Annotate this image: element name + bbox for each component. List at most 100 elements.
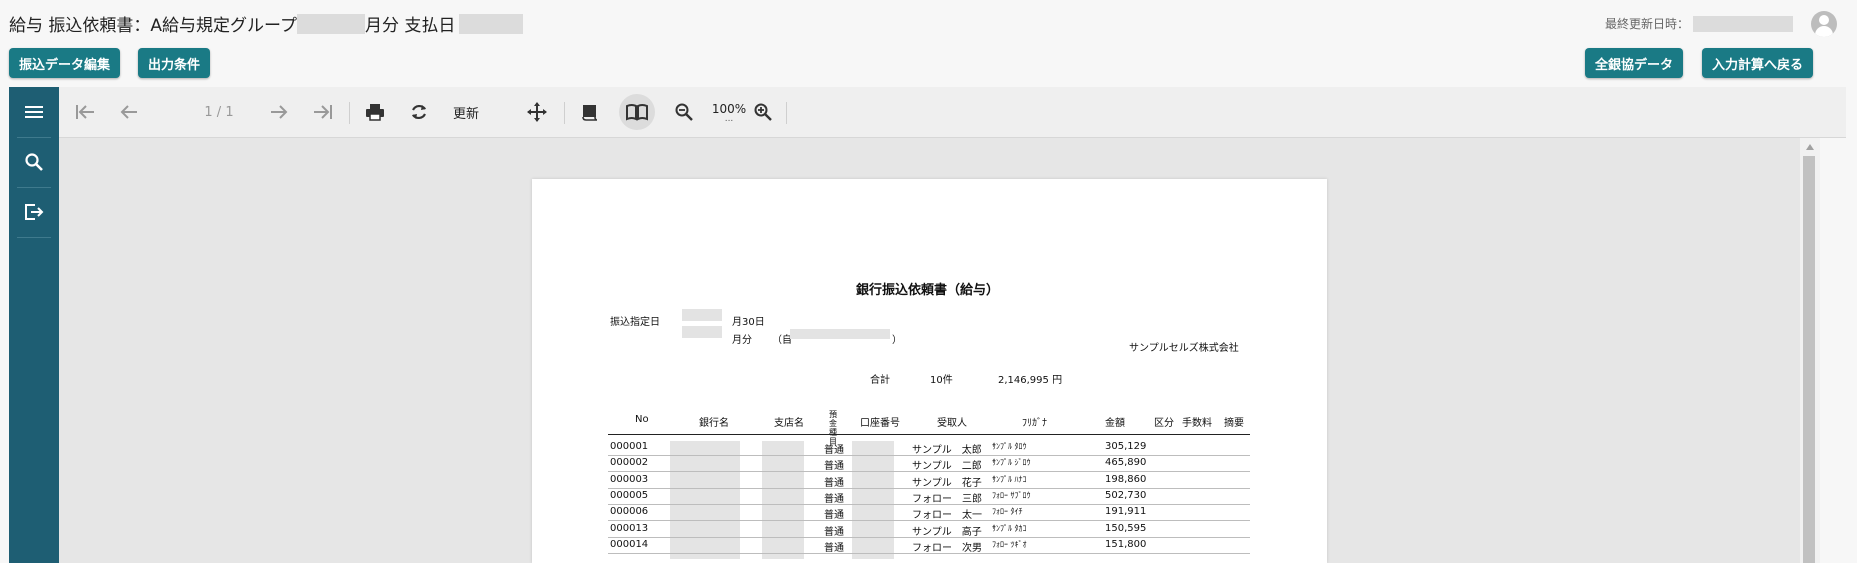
output-conditions-button[interactable]: 出力条件 [138, 48, 211, 78]
prev-page-icon[interactable] [111, 87, 147, 137]
company-name: サンプルセルズ株式会社 [1129, 343, 1239, 354]
table-row-divider [608, 536, 1250, 538]
zoom-dots: ... [724, 114, 734, 124]
print-icon[interactable] [357, 87, 393, 137]
column-header-category: 区分 [1154, 418, 1174, 429]
header-rule [608, 434, 1250, 435]
table-row-divider [608, 552, 1250, 554]
table-row-divider [608, 455, 1250, 456]
table-row-divider [608, 471, 1250, 473]
cell-amount: 502,730 [1105, 489, 1147, 501]
cell-no: 000014 [610, 538, 649, 550]
table-row-divider [608, 503, 1250, 505]
transfer-date-suffix: 月30日 [732, 317, 765, 328]
sidebar-divider [17, 187, 51, 188]
last-updated: 最終更新日時： [1605, 15, 1793, 32]
column-header-bank: 銀行名 [699, 418, 729, 429]
edit-transfer-data-button[interactable]: 振込データ編集 [9, 48, 121, 78]
refresh-button[interactable]: 更新 [441, 87, 491, 137]
toolbar-divider [786, 102, 787, 124]
cell-no: 000013 [610, 522, 649, 534]
cell-recipient: フォロー 太一 [912, 510, 982, 522]
column-header-memo: 摘要 [1224, 418, 1244, 429]
redacted-branch-names [762, 441, 804, 559]
cell-amount: 150,595 [1105, 522, 1147, 534]
cell-account-type: 普通 [824, 526, 844, 538]
table-row-divider [608, 520, 1250, 522]
menu-icon[interactable] [9, 92, 59, 132]
total-label: 合計 [870, 375, 890, 386]
book-view-icon[interactable] [617, 87, 657, 137]
column-header-recipient: 受取人 [937, 418, 967, 429]
title-month-suffix: 月分 支払日 [365, 16, 456, 36]
period-label: 月分 [732, 335, 752, 346]
avatar[interactable] [1811, 11, 1837, 37]
viewer-sidebar [9, 87, 59, 563]
sidebar-divider [17, 237, 51, 238]
last-updated-label: 最終更新日時： [1604, 17, 1689, 31]
report-page: 銀行振込依頼書（給与） 振込指定日 月30日 月分 （自 ） サンプルセルズ株式… [532, 179, 1327, 563]
cell-amount: 305,129 [1105, 441, 1147, 452]
cell-kana: ｻﾝﾌﾟﾙ ﾀﾛｳ [992, 442, 1027, 451]
redacted-month [297, 13, 366, 34]
report-title: 銀行振込依頼書（給与） [856, 283, 1000, 298]
total-count: 10件 [930, 375, 953, 386]
cell-kana: ﾌｫﾛｰ ﾂｷﾞｵ [992, 539, 1027, 549]
column-header-amount: 金額 [1105, 418, 1125, 429]
column-header-account-no: 口座番号 [860, 418, 900, 429]
transfer-date-label: 振込指定日 [610, 317, 660, 328]
title-prefix: 給与 振込依頼書：A給与規定グループ [9, 16, 298, 36]
cell-amount: 465,890 [1105, 457, 1147, 469]
redacted-pay-date [459, 13, 524, 34]
cell-no: 000001 [610, 441, 649, 452]
cell-recipient: フォロー 三郎 [912, 493, 982, 505]
single-page-icon[interactable] [572, 87, 608, 137]
sidebar-divider [17, 137, 51, 138]
period-from: （自 [772, 335, 792, 346]
first-page-icon[interactable] [67, 87, 103, 137]
page-indicator[interactable]: 1 / 1 [179, 87, 259, 137]
cell-no: 000006 [610, 506, 649, 518]
move-icon[interactable] [519, 87, 555, 137]
table-row-divider [608, 487, 1250, 489]
cell-account-type: 普通 [824, 461, 844, 473]
cell-account-type: 普通 [824, 493, 844, 505]
column-header-kana: ﾌﾘｶﾞﾅ [1022, 418, 1047, 429]
vertical-scrollbar[interactable] [1800, 138, 1820, 563]
export-icon[interactable] [9, 192, 59, 232]
toolbar-divider [564, 102, 565, 124]
zengin-data-button[interactable]: 全銀協データ [1585, 48, 1684, 78]
cell-recipient: サンプル 太郎 [912, 445, 982, 456]
redacted-period [682, 326, 722, 338]
redacted-account-numbers [852, 441, 894, 559]
refresh-icon[interactable] [401, 87, 437, 137]
cell-amount: 151,800 [1105, 538, 1147, 550]
cell-recipient: サンプル 二郎 [912, 461, 982, 473]
redacted-bank-names [670, 441, 740, 559]
cell-amount: 198,860 [1105, 473, 1147, 485]
cell-no: 000005 [610, 489, 649, 501]
scrollbar-thumb[interactable] [1803, 156, 1815, 563]
zoom-out-icon[interactable] [666, 87, 702, 137]
cell-no: 000002 [610, 457, 649, 469]
cell-recipient: フォロー 次男 [912, 542, 982, 554]
cell-recipient: サンプル 高子 [912, 526, 982, 538]
cell-account-type: 普通 [824, 510, 844, 522]
zoom-in-icon[interactable] [745, 87, 781, 137]
last-page-icon[interactable] [305, 87, 341, 137]
toolbar-divider [349, 102, 350, 124]
cell-kana: ｻﾝﾌﾟﾙ ﾀｶｺ [992, 523, 1027, 533]
cell-recipient: サンプル 花子 [912, 477, 982, 489]
cell-kana: ｻﾝﾌﾟﾙ ｼﾞﾛｳ [992, 458, 1031, 468]
column-header-fee: 手数料 [1182, 418, 1212, 429]
search-icon[interactable] [9, 142, 59, 182]
column-header-branch: 支店名 [774, 418, 804, 429]
back-to-input-button[interactable]: 入力計算へ戻る [1702, 48, 1814, 78]
next-page-icon[interactable] [261, 87, 297, 137]
redacted-period-from [790, 329, 890, 339]
redacted-last-updated [1693, 15, 1793, 32]
scroll-up-icon[interactable] [1806, 144, 1814, 150]
redacted-date [682, 309, 722, 321]
cell-amount: 191,911 [1105, 506, 1147, 518]
viewer-toolbar: 1 / 1 更新 100% ... [59, 87, 1846, 138]
